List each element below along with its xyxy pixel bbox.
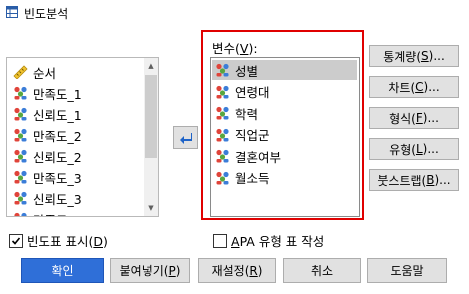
source-list-item-label: 신뢰도_3 — [33, 191, 82, 207]
paste-button[interactable]: 붙여넣기(P) — [110, 258, 190, 283]
variable-list-item[interactable]: 월소득 — [215, 168, 355, 188]
variable-list-item[interactable]: 결혼여부 — [215, 146, 355, 166]
source-list-item[interactable]: 신뢰도_3 — [13, 188, 153, 208]
scroll-down-arrow-icon[interactable]: ▼ — [144, 200, 158, 216]
apa-style-table-label: APA 유형 표 작성 — [231, 234, 325, 249]
nominal-variable-icon — [216, 149, 229, 163]
variable-list-item-label: 연령대 — [235, 85, 270, 100]
nominal-variable-icon — [14, 107, 27, 121]
variable-list-item-label: 직업군 — [235, 128, 270, 143]
variable-list-item[interactable]: 직업군 — [215, 125, 355, 145]
variable-list-item-label: 학력 — [235, 106, 259, 122]
frequencies-dialog-icon — [6, 6, 18, 18]
apa-style-table-option[interactable]: APA 유형 표 작성 — [213, 231, 324, 250]
nominal-variable-icon — [216, 85, 229, 98]
variable-list-item-label: 성별 — [235, 63, 259, 79]
nominal-variable-icon — [14, 212, 27, 216]
nominal-variable-icon — [216, 128, 229, 141]
style-button[interactable]: 유형(L)... — [369, 138, 459, 160]
nominal-variable-icon — [216, 106, 229, 120]
source-list-item-label: 신뢰도_2 — [33, 149, 82, 165]
source-list-item-label: 만족도_1 — [33, 86, 82, 102]
help-button[interactable]: 도움말 — [367, 258, 447, 283]
source-list-item-label: 만족도_2 — [33, 128, 82, 144]
display-frequency-tables-label: 빈도표 표시(D) — [27, 234, 108, 249]
source-list-item-label: 순서 — [33, 65, 57, 81]
source-list-item[interactable]: 순서 — [13, 62, 153, 82]
variables-list[interactable]: 성별연령대학력직업군결혼여부월소득 — [210, 57, 360, 217]
source-list-item[interactable]: 만족도_2 — [13, 125, 153, 145]
reset-button[interactable]: 재설정(R) — [198, 258, 276, 283]
apa-style-table-checkbox[interactable] — [213, 233, 227, 248]
scroll-up-arrow-icon[interactable]: ▲ — [144, 58, 158, 74]
window-title: 빈도분석 — [24, 7, 69, 21]
format-button[interactable]: 형식(F)... — [369, 107, 459, 129]
variable-list-item-label: 월소득 — [235, 171, 270, 186]
source-variable-list[interactable]: 순서만족도_1 신뢰도_1 만족도_2 신뢰도_2 만족도_3 신뢰도_3 만족도_4 ▲ … — [6, 57, 159, 217]
source-list-item[interactable]: 신뢰도_1 — [13, 104, 153, 124]
source-list-item[interactable]: 만족도_1 — [13, 83, 153, 103]
variable-list-item-label: 결혼여부 — [235, 149, 282, 165]
nominal-variable-icon — [14, 170, 27, 184]
source-list-item[interactable]: 만족도_3 — [13, 167, 153, 187]
variable-list-item[interactable]: 학력 — [215, 103, 355, 123]
display-frequency-tables-checkbox[interactable] — [9, 233, 23, 248]
ruler-scale-icon — [13, 65, 28, 79]
nominal-variable-icon — [216, 63, 229, 77]
nominal-variable-icon — [14, 128, 27, 142]
nominal-variable-icon — [14, 86, 27, 100]
nominal-variable-icon — [14, 149, 27, 163]
nominal-variable-icon — [216, 171, 229, 184]
variable-list-item[interactable]: 성별 — [215, 60, 355, 80]
source-list-item[interactable]: 만족도_4 — [13, 209, 153, 217]
title-bar: 빈도분석 — [0, 0, 469, 26]
arrow-left-icon — [179, 132, 192, 144]
checkmark-icon — [11, 236, 21, 245]
charts-button[interactable]: 차트(C)... — [369, 76, 459, 98]
variable-list-item[interactable]: 연령대 — [215, 82, 355, 102]
bootstrap-button[interactable]: 붓스트랩(B)... — [369, 169, 459, 191]
move-variable-button[interactable] — [173, 126, 198, 149]
source-list-item[interactable]: 신뢰도_2 — [13, 146, 153, 166]
cancel-button[interactable]: 취소 — [283, 258, 361, 283]
scroll-thumb[interactable] — [145, 75, 157, 158]
source-list-item-label: 만족도_3 — [33, 170, 82, 186]
display-frequency-tables-option[interactable]: 빈도표 표시(D) — [9, 231, 108, 250]
statistics-button[interactable]: 통계량(S)... — [369, 45, 459, 67]
variables-label: 변수(V): — [212, 41, 258, 56]
vertical-scrollbar[interactable]: ▲ ▼ — [144, 58, 158, 216]
ok-button[interactable]: 확인 — [21, 258, 104, 283]
source-list-item-label: 신뢰도_1 — [33, 107, 82, 123]
source-list-item-label: 만족도_4 — [33, 210, 82, 217]
nominal-variable-icon — [14, 191, 27, 205]
